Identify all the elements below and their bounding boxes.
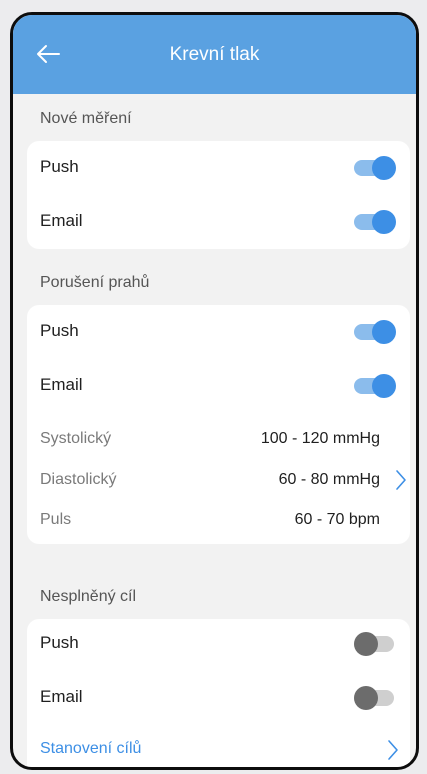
push-label: Push: [40, 157, 79, 176]
range-label: Systolický: [40, 430, 112, 447]
range-row-pulse[interactable]: Puls 60 - 70 bpm: [40, 509, 380, 533]
row-email-unmet-goal: Email: [40, 682, 396, 712]
section-label-new-measurement: Nové měření: [40, 110, 132, 127]
toggle-knob: [372, 374, 396, 398]
range-value: 100 - 120 mmHg: [260, 430, 380, 447]
card-unmet-goal: Push Email Stanovení cílů: [27, 619, 410, 767]
row-push-threshold: Push: [40, 316, 396, 346]
thresholds-chevron-button[interactable]: [394, 468, 408, 492]
toggle-knob: [372, 156, 396, 180]
row-email-new-measurement: Email: [40, 206, 396, 236]
email-label: Email: [40, 211, 83, 230]
set-goals-link[interactable]: Stanovení cílů: [40, 735, 398, 765]
screen-frame: Krevní tlak Nové měření Push Email Poruš…: [0, 0, 427, 774]
section-label-threshold-breach: Porušení prahů: [40, 274, 150, 291]
email-label: Email: [40, 687, 83, 706]
range-label: Puls: [40, 511, 72, 528]
card-threshold-breach: Push Email Systolický 100 - 120 mmHg Dia…: [27, 305, 410, 544]
email-toggle-unmet-goal[interactable]: [354, 686, 396, 710]
page-title: Krevní tlak: [169, 44, 260, 65]
toggle-knob: [354, 632, 378, 656]
section-label-unmet-goal: Nesplněný cíl: [40, 588, 137, 605]
range-value: 60 - 80 mmHg: [278, 471, 380, 488]
toggle-knob: [372, 320, 396, 344]
app-bar: Krevní tlak: [13, 15, 416, 94]
push-toggle-new-measurement[interactable]: [354, 156, 396, 180]
range-row-diastolic[interactable]: Diastolický 60 - 80 mmHg: [40, 469, 380, 493]
range-label: Diastolický: [40, 471, 117, 488]
push-toggle-unmet-goal[interactable]: [354, 632, 396, 656]
row-push-new-measurement: Push: [40, 152, 396, 182]
push-toggle-threshold[interactable]: [354, 320, 396, 344]
email-toggle-threshold[interactable]: [354, 374, 396, 398]
push-label: Push: [40, 633, 79, 652]
chevron-right-icon: [388, 740, 398, 760]
range-value: 60 - 70 bpm: [294, 511, 380, 528]
card-new-measurement: Push Email: [27, 141, 410, 249]
phone-screen: Krevní tlak Nové měření Push Email Poruš…: [10, 12, 419, 770]
row-email-threshold: Email: [40, 370, 396, 400]
set-goals-label: Stanovení cílů: [40, 740, 142, 757]
email-toggle-new-measurement[interactable]: [354, 210, 396, 234]
chevron-right-icon: [396, 470, 406, 490]
toggle-knob: [372, 210, 396, 234]
email-label: Email: [40, 375, 83, 394]
toggle-knob: [354, 686, 378, 710]
push-label: Push: [40, 321, 79, 340]
range-row-systolic[interactable]: Systolický 100 - 120 mmHg: [40, 428, 380, 452]
set-goals-chevron: [386, 738, 400, 762]
row-push-unmet-goal: Push: [40, 628, 396, 658]
